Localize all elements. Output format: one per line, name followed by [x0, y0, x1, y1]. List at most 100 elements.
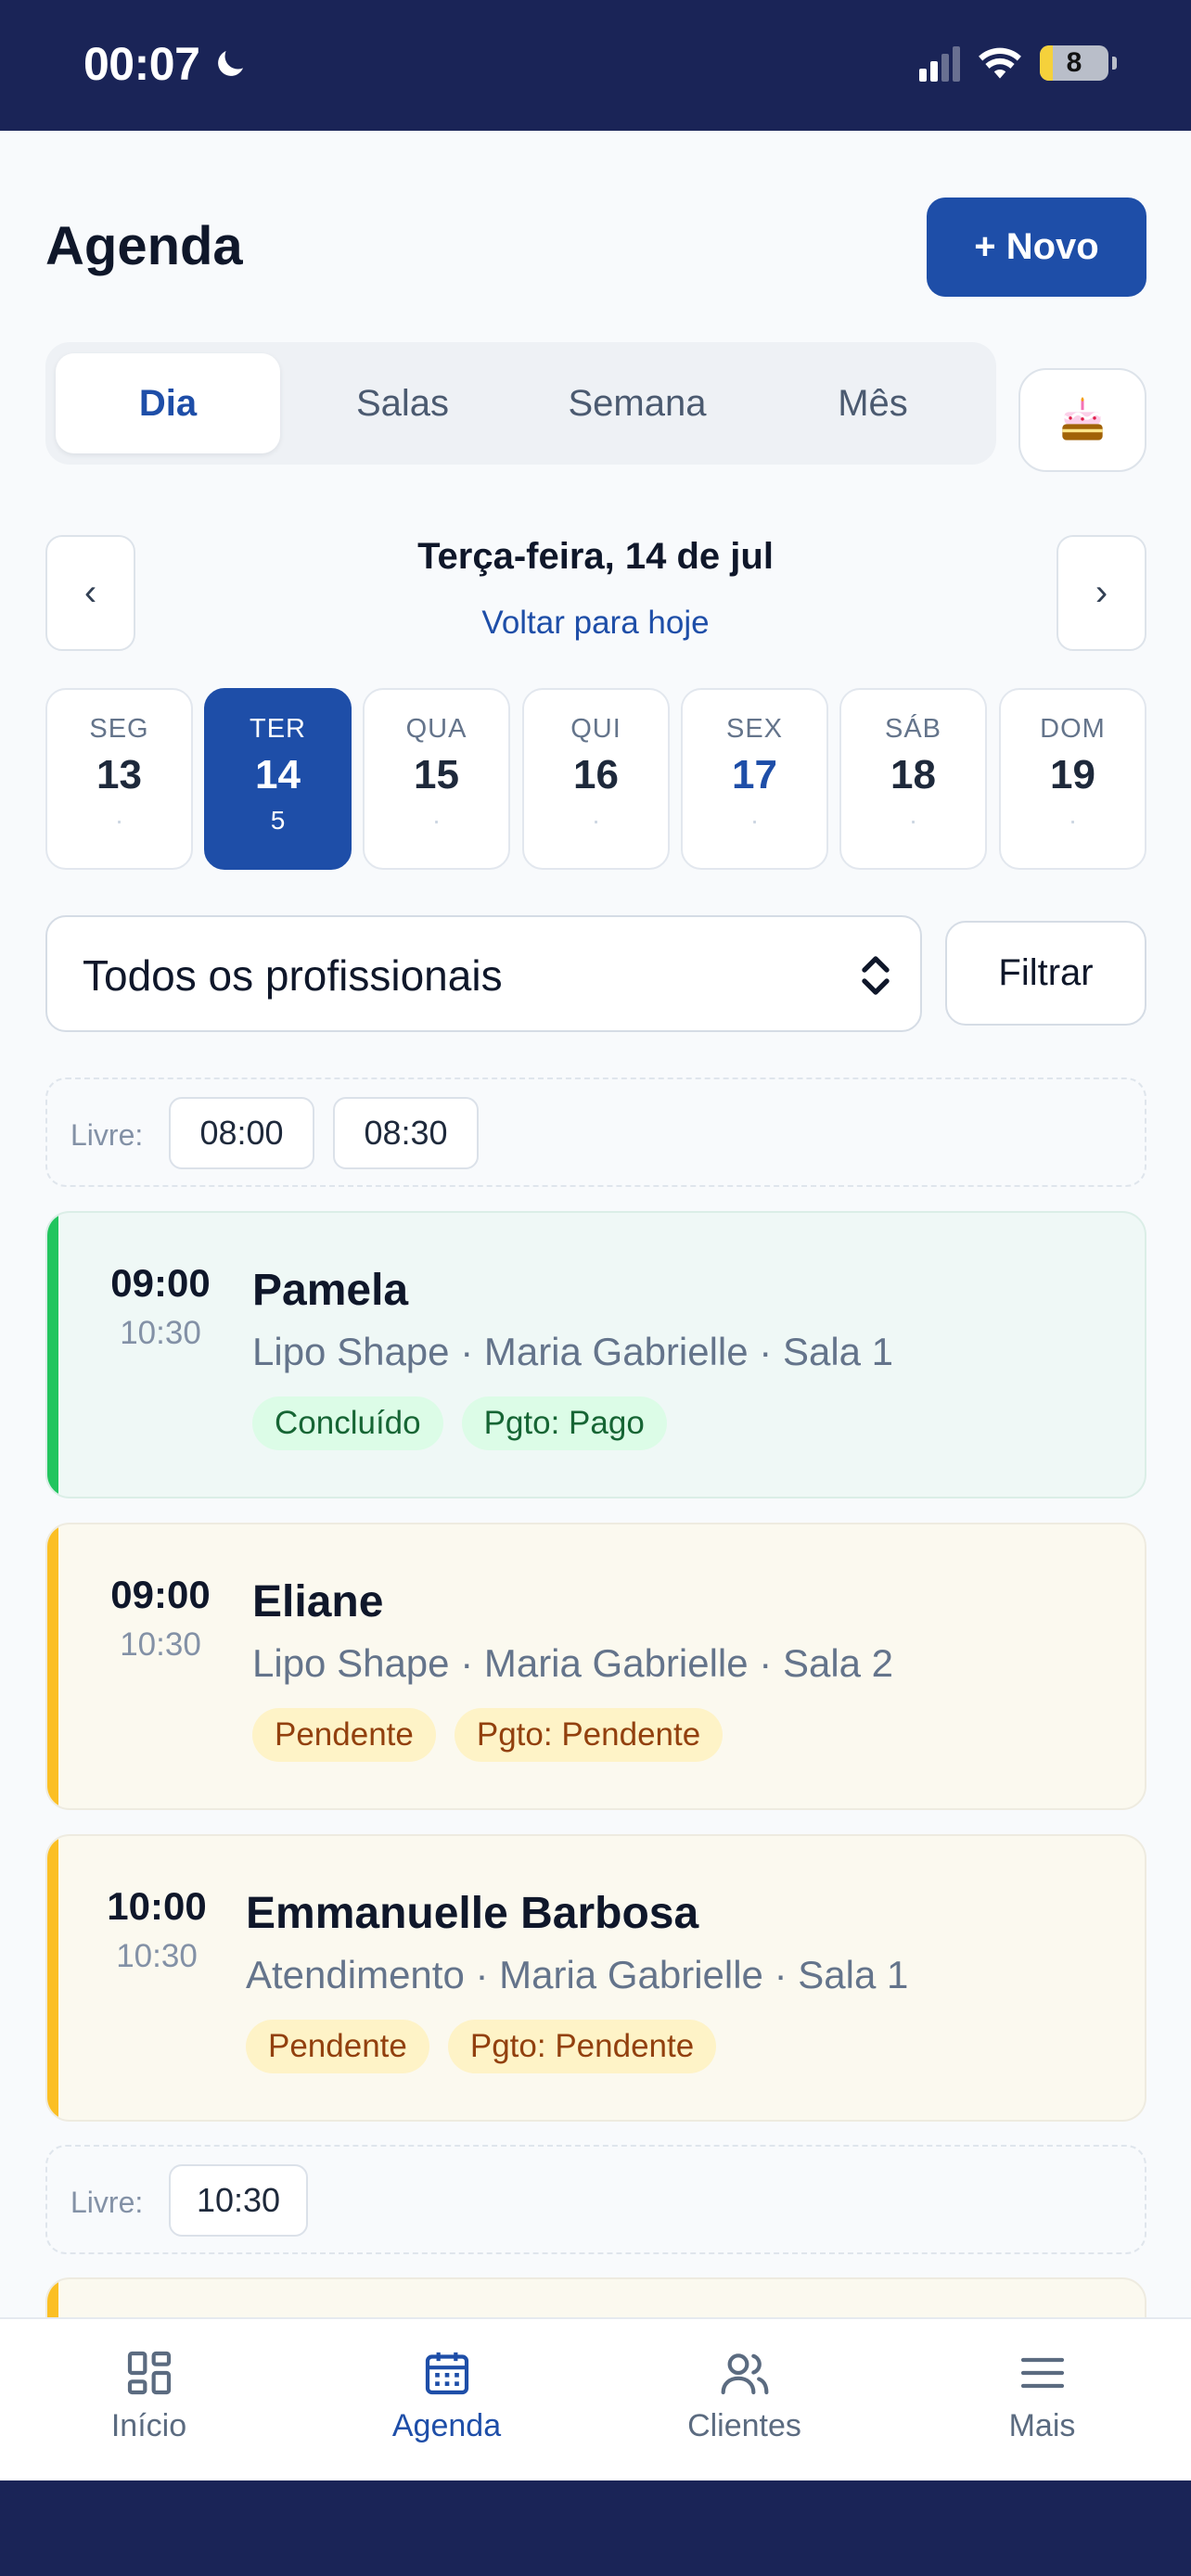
free-label: Livre: — [70, 1118, 144, 1152]
free-slot[interactable]: 08:00 — [169, 1097, 314, 1169]
battery-icon: 8 — [1040, 45, 1108, 81]
appointment-details: Lipo Shape · Maria Gabrielle · Sala 1 — [252, 1330, 894, 1373]
clock: 00:07 — [83, 38, 200, 90]
professional-select[interactable]: Todos os profissionais — [45, 915, 922, 1032]
free-slot[interactable]: 08:30 — [333, 1097, 479, 1169]
status-icons: 8 — [919, 45, 1117, 82]
status-bar-indicator — [47, 1524, 58, 1808]
tab-mes[interactable]: Mês — [761, 353, 985, 453]
free-slot[interactable]: 10:30 — [169, 2164, 308, 2237]
battery-tip — [1112, 57, 1117, 70]
cake-icon — [1062, 397, 1103, 440]
day-name: SEG — [89, 714, 149, 744]
day-count: · — [908, 806, 918, 835]
start-time: 10:00 — [107, 1884, 207, 1928]
day-name: SEX — [725, 714, 784, 744]
day-number: 13 — [96, 752, 142, 797]
day-count: · — [749, 806, 760, 835]
tab-salas[interactable]: Salas — [290, 353, 515, 453]
day-name: TER — [250, 714, 306, 744]
nav-label: Clientes — [687, 2408, 801, 2443]
nav-inicio[interactable]: Início — [0, 2347, 298, 2444]
badges: Pendente Pgto: Pendente — [246, 2020, 717, 2073]
signal-icon — [919, 45, 960, 82]
nav-clientes[interactable]: Clientes — [596, 2347, 893, 2444]
day-ter[interactable]: TER 14 5 — [204, 688, 352, 870]
status-bar: 00:07 8 — [0, 0, 1191, 131]
free-label: Livre: — [70, 2186, 144, 2219]
start-time: 09:00 — [110, 1573, 211, 1616]
badges: Pendente Pgto: Pendente — [252, 1708, 724, 1762]
calendar-icon — [425, 2352, 468, 2395]
day-seg[interactable]: SEG 13 · — [45, 688, 193, 870]
users-icon — [721, 2353, 768, 2395]
day-sab[interactable]: SÁB 18 · — [839, 688, 987, 870]
end-time: 10:30 — [120, 1315, 201, 1351]
day-number: 19 — [1050, 752, 1095, 797]
nav-label: Início — [110, 2408, 187, 2443]
end-time: 10:30 — [116, 1938, 198, 1974]
day-count: · — [591, 806, 601, 835]
wifi-icon — [979, 47, 1021, 79]
professional-select-value: Todos os profissionais — [83, 951, 503, 1000]
day-count: · — [114, 806, 124, 835]
current-date: Terça-feira, 14 de jul — [417, 536, 774, 577]
day-qui[interactable]: QUI 16 · — [522, 688, 670, 870]
status-bar-indicator — [47, 1836, 58, 2120]
moon-icon — [218, 51, 244, 76]
appointment-details: Lipo Shape · Maria Gabrielle · Sala 2 — [252, 1641, 894, 1685]
grid-icon — [127, 2351, 171, 2395]
birthday-button[interactable] — [1018, 368, 1146, 472]
day-sex[interactable]: SEX 17 · — [681, 688, 828, 870]
day-name: QUI — [570, 714, 621, 744]
nav-label: Agenda — [391, 2408, 502, 2443]
new-appointment-button[interactable]: + Novo — [927, 198, 1146, 297]
appointment-card[interactable]: 10:00 10:30 Emmanuelle Barbosa Atendimen… — [45, 1834, 1146, 2122]
payment-badge: Pgto: Pendente — [447, 2020, 717, 2073]
free-slots-row: Livre: 08:00 08:30 — [45, 1078, 1146, 1187]
client-name: Eliane — [252, 1577, 384, 1626]
status-badge: Pendente — [246, 2020, 429, 2073]
day-count: · — [431, 806, 442, 835]
nav-mais[interactable]: Mais — [893, 2347, 1191, 2444]
free-slots-row: Livre: 10:30 — [45, 2145, 1146, 2254]
filter-button[interactable]: Filtrar — [945, 921, 1146, 1026]
day-name: QUA — [405, 714, 467, 744]
nav-label: Mais — [1008, 2408, 1076, 2443]
tab-semana[interactable]: Semana — [525, 353, 749, 453]
badges: Concluído Pgto: Pago — [252, 1396, 667, 1450]
client-name: Emmanuelle Barbosa — [246, 1889, 699, 1938]
battery-level: 8 — [1066, 47, 1082, 78]
page-title: Agenda — [45, 216, 243, 276]
payment-badge: Pgto: Pago — [461, 1396, 667, 1450]
status-badge: Concluído — [252, 1396, 443, 1450]
day-number: 15 — [414, 752, 459, 797]
tab-dia[interactable]: Dia — [56, 353, 280, 453]
day-name: DOM — [1040, 714, 1106, 744]
day-number: 14 — [255, 752, 301, 797]
back-to-today-link[interactable]: Voltar para hoje — [0, 605, 1191, 642]
updown-chevron-icon — [862, 956, 890, 995]
home-indicator-area — [0, 2480, 1191, 2576]
day-name: SÁB — [884, 714, 942, 744]
appointment-card[interactable]: 09:00 10:30 Pamela Lipo Shape · Maria Ga… — [45, 1211, 1146, 1498]
client-name: Pamela — [252, 1266, 409, 1315]
next-day-button[interactable]: › — [1057, 535, 1146, 651]
start-time: 09:00 — [110, 1261, 211, 1305]
nav-agenda[interactable]: Agenda — [298, 2347, 596, 2444]
menu-icon — [1020, 2357, 1064, 2389]
appointment-details: Atendimento · Maria Gabrielle · Sala 1 — [246, 1953, 909, 1996]
bottom-nav: Início Agenda Clientes Mais — [0, 2317, 1191, 2480]
day-dom[interactable]: DOM 19 · — [999, 688, 1146, 870]
day-number: 16 — [573, 752, 619, 797]
status-bar-indicator — [47, 1213, 58, 1497]
appointment-card[interactable]: 09:00 10:30 Eliane Lipo Shape · Maria Ga… — [45, 1523, 1146, 1810]
payment-badge: Pgto: Pendente — [454, 1708, 724, 1762]
day-count: · — [1068, 806, 1078, 835]
status-time: 00:07 — [83, 37, 250, 91]
view-tabs: Dia Salas Semana Mês — [45, 342, 996, 465]
day-qua[interactable]: QUA 15 · — [363, 688, 510, 870]
day-number: 18 — [890, 752, 936, 797]
status-badge: Pendente — [252, 1708, 436, 1762]
end-time: 10:30 — [120, 1626, 201, 1663]
